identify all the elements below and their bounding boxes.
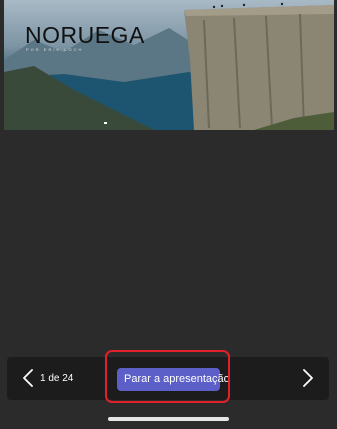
previous-slide-button[interactable] [20, 367, 36, 389]
next-slide-button[interactable] [300, 367, 316, 389]
chevron-right-icon [303, 369, 313, 387]
slide-landscape-image [4, 2, 334, 130]
slide-page-indicator: 1 de 24 [40, 373, 74, 384]
stop-presenting-button[interactable]: Parar a apresentação [117, 368, 230, 391]
slide-title: NORUEGA [25, 22, 145, 48]
presentation-control-bar: 1 de 24 Parar a apresentação [7, 357, 329, 400]
slide-thumbnail: NORUEGA POR ERIK LOCH [4, 0, 334, 130]
presentation-screen: NORUEGA POR ERIK LOCH 1 de 24 Parar a ap… [0, 0, 337, 429]
slide-subtitle: POR ERIK LOCH [26, 47, 84, 52]
chevron-left-icon [23, 369, 33, 387]
home-indicator[interactable] [108, 417, 229, 421]
